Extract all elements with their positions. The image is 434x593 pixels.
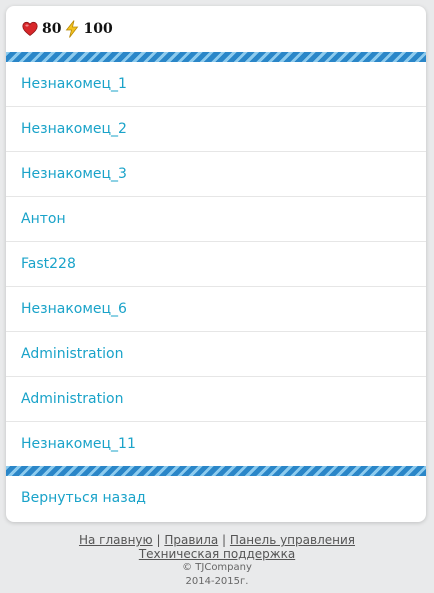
list-item[interactable]: Administration	[6, 332, 426, 377]
lightning-icon	[66, 20, 79, 38]
list-item[interactable]: Незнакомец_2	[6, 107, 426, 152]
home-link[interactable]: На главную	[79, 533, 153, 547]
player-list: Незнакомец_1 Незнакомец_2 Незнакомец_3 А…	[6, 62, 426, 466]
list-item[interactable]: Administration	[6, 377, 426, 422]
list-item[interactable]: Fast228	[6, 242, 426, 287]
health-value: 80	[42, 21, 62, 37]
stats-bar: 80 100	[6, 6, 426, 52]
copyright-years: 2014-2015г.	[185, 576, 249, 587]
list-item[interactable]: Незнакомец_1	[6, 62, 426, 107]
footer-separator: |	[222, 533, 227, 547]
rules-link[interactable]: Правила	[164, 533, 218, 547]
energy-value: 100	[83, 21, 113, 37]
footer-separator: |	[156, 533, 161, 547]
divider-stripe-top	[6, 52, 426, 62]
back-link[interactable]: Вернуться назад	[6, 476, 426, 520]
heart-icon	[22, 21, 38, 37]
control-panel-link[interactable]: Панель управления	[230, 533, 355, 547]
list-item[interactable]: Незнакомец_6	[6, 287, 426, 332]
list-item[interactable]: Незнакомец_11	[6, 422, 426, 466]
divider-stripe-bottom	[6, 466, 426, 476]
copyright: © TJCompany	[182, 562, 252, 573]
list-item[interactable]: Незнакомец_3	[6, 152, 426, 197]
list-item[interactable]: Антон	[6, 197, 426, 242]
support-link[interactable]: Техническая поддержка	[139, 547, 295, 561]
footer: На главную | Правила | Панель управления…	[0, 533, 434, 589]
footer-nav: На главную | Правила | Панель управления	[0, 533, 434, 547]
main-card: 80 100 Незнакомец_1 Незнакомец_2 Незнако…	[6, 6, 426, 522]
